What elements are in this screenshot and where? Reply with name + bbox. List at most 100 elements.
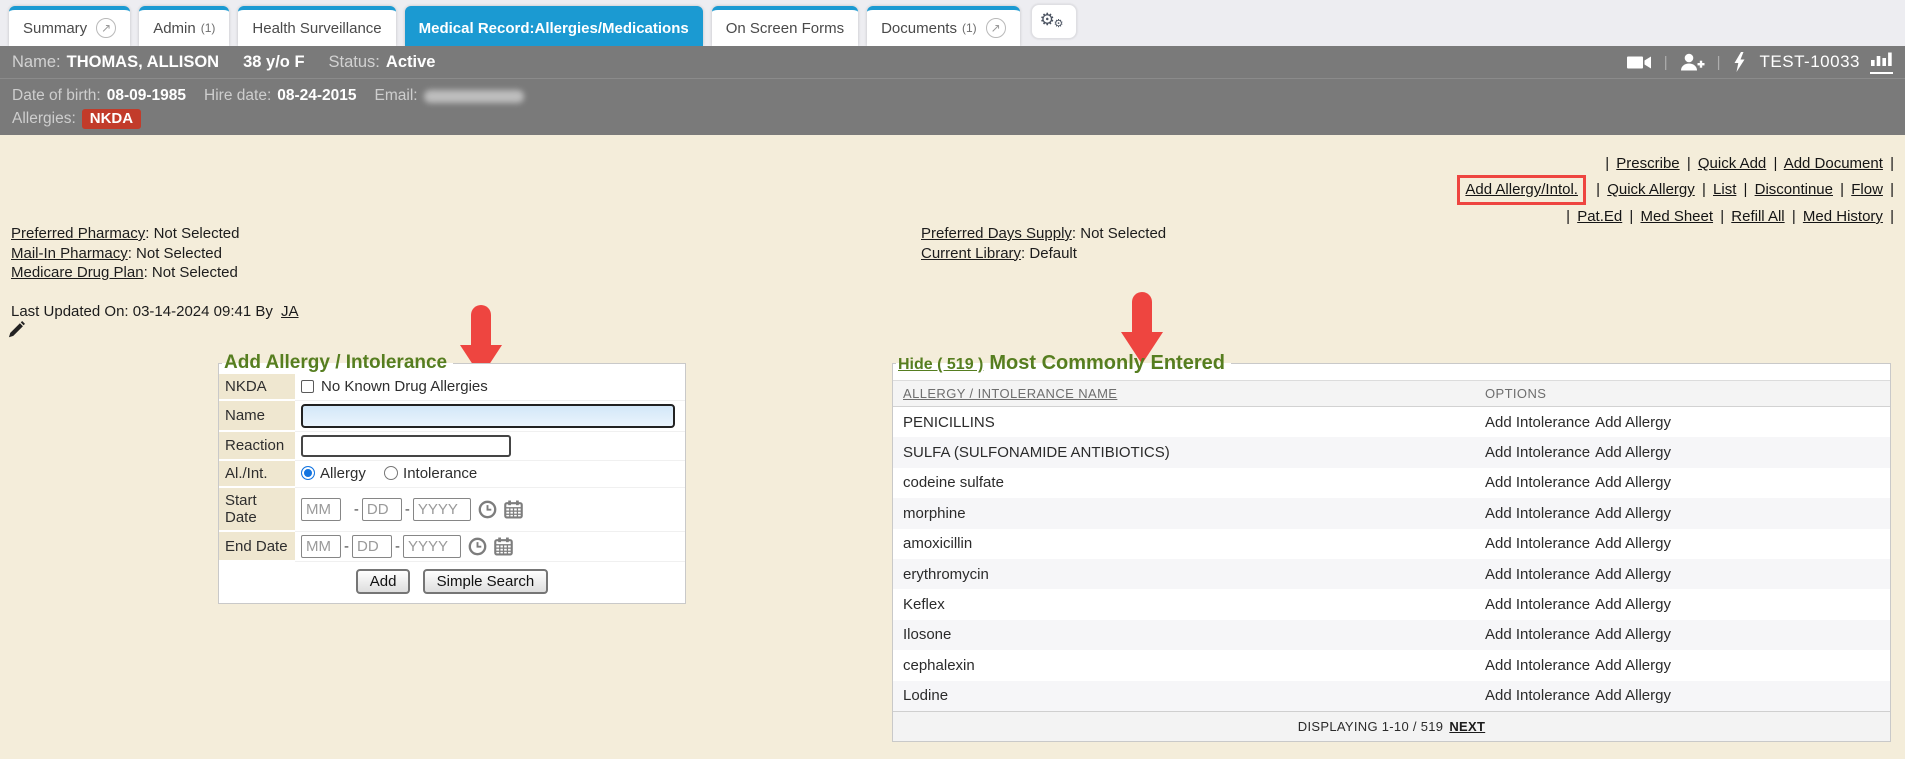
patient-name: THOMAS, ALLISON bbox=[67, 53, 219, 72]
med-sheet-link[interactable]: Med Sheet bbox=[1640, 208, 1713, 225]
tab-on-screen-forms[interactable]: On Screen Forms bbox=[712, 6, 858, 46]
demographics-line: Date of birth: 08-09-1985 Hire date: 08-… bbox=[12, 84, 1893, 107]
column-header-allergy-name[interactable]: ALLERGY / INTOLERANCE NAME bbox=[903, 386, 1117, 401]
popout-icon[interactable]: ↗ bbox=[96, 18, 116, 38]
add-allergy-link[interactable]: Add Allergy bbox=[1595, 444, 1671, 461]
start-month-input[interactable] bbox=[301, 498, 341, 521]
intolerance-radio[interactable] bbox=[384, 466, 398, 480]
flow-link[interactable]: Flow bbox=[1851, 181, 1883, 198]
add-allergy-link[interactable]: Add Allergy bbox=[1595, 687, 1671, 704]
allergy-name-input[interactable] bbox=[301, 404, 675, 428]
reaction-input[interactable] bbox=[301, 435, 511, 457]
updated-by-link[interactable]: JA bbox=[281, 303, 299, 320]
add-allergy-link[interactable]: Add Allergy bbox=[1595, 414, 1671, 431]
add-intolerance-link[interactable]: Add Intolerance bbox=[1485, 505, 1590, 522]
chart-icon[interactable] bbox=[1870, 51, 1893, 74]
list-link[interactable]: List bbox=[1713, 181, 1736, 198]
preferred-pharmacy-link[interactable]: Preferred Pharmacy bbox=[11, 225, 145, 242]
separator: | bbox=[1792, 208, 1796, 225]
add-intolerance-link[interactable]: Add Intolerance bbox=[1485, 474, 1590, 491]
start-day-input[interactable] bbox=[362, 498, 402, 521]
add-allergy-link[interactable]: Add Allergy bbox=[1595, 474, 1671, 491]
dob-label: Date of birth: bbox=[12, 87, 101, 105]
add-document-link[interactable]: Add Document bbox=[1784, 155, 1883, 172]
separator: | bbox=[1629, 208, 1633, 225]
calendar-icon[interactable] bbox=[494, 537, 513, 556]
clock-icon[interactable] bbox=[478, 500, 497, 519]
add-intolerance-link[interactable]: Add Intolerance bbox=[1485, 414, 1590, 431]
discontinue-link[interactable]: Discontinue bbox=[1755, 181, 1833, 198]
add-allergy-link[interactable]: Add Allergy bbox=[1595, 566, 1671, 583]
add-allergy-link[interactable]: Add Allergy bbox=[1595, 596, 1671, 613]
info-value: Default bbox=[1029, 245, 1077, 262]
add-intolerance-link[interactable]: Add Intolerance bbox=[1485, 566, 1590, 583]
add-button[interactable]: Add bbox=[356, 569, 411, 594]
calendar-icon[interactable] bbox=[504, 500, 523, 519]
tab-label: Medical Record:Allergies/Medications bbox=[419, 20, 689, 37]
action-links-row2: Add Allergy/Intol. | Quick Allergy | Lis… bbox=[1457, 175, 1897, 205]
add-allergy-intol-link[interactable]: Add Allergy/Intol. bbox=[1465, 181, 1578, 198]
end-date-label: End Date bbox=[219, 531, 295, 561]
add-allergy-link[interactable]: Add Allergy bbox=[1595, 505, 1671, 522]
add-allergy-link[interactable]: Add Allergy bbox=[1595, 657, 1671, 674]
allergy-radio[interactable] bbox=[301, 466, 315, 480]
table-row: codeine sulfate Add IntoleranceAdd Aller… bbox=[893, 468, 1890, 498]
quick-add-link[interactable]: Quick Add bbox=[1698, 155, 1766, 172]
add-intolerance-link[interactable]: Add Intolerance bbox=[1485, 626, 1590, 643]
prescribe-link[interactable]: Prescribe bbox=[1616, 155, 1679, 172]
tab-admin[interactable]: Admin (1) bbox=[139, 6, 229, 46]
redacted-email bbox=[424, 90, 524, 103]
add-intolerance-link[interactable]: Add Intolerance bbox=[1485, 596, 1590, 613]
refill-all-link[interactable]: Refill All bbox=[1731, 208, 1784, 225]
table-footer: DISPLAYING 1-10 / 519 NEXT bbox=[893, 711, 1890, 741]
add-intolerance-link[interactable]: Add Intolerance bbox=[1485, 657, 1590, 674]
add-person-icon[interactable] bbox=[1680, 53, 1705, 71]
separator: | bbox=[1773, 155, 1777, 172]
next-page-link[interactable]: NEXT bbox=[1449, 719, 1485, 734]
separator: | bbox=[1720, 208, 1724, 225]
end-day-input[interactable] bbox=[352, 535, 392, 558]
table-header-row: ALLERGY / INTOLERANCE NAME OPTIONS bbox=[893, 380, 1890, 407]
reaction-label: Reaction bbox=[219, 431, 295, 460]
allergies-label: Allergies: bbox=[12, 110, 76, 128]
lightning-bolt-icon[interactable] bbox=[1733, 52, 1746, 72]
add-intolerance-link[interactable]: Add Intolerance bbox=[1485, 444, 1590, 461]
popout-icon[interactable]: ↗ bbox=[986, 18, 1006, 38]
clock-icon[interactable] bbox=[468, 537, 487, 556]
allergy-intolerance-row: Al./Int. Allergy Intolerance bbox=[219, 460, 685, 487]
start-year-input[interactable] bbox=[413, 498, 471, 521]
video-camera-icon[interactable] bbox=[1627, 54, 1652, 71]
quick-allergy-link[interactable]: Quick Allergy bbox=[1607, 181, 1695, 198]
add-allergy-link[interactable]: Add Allergy bbox=[1595, 535, 1671, 552]
tab-health-surveillance[interactable]: Health Surveillance bbox=[238, 6, 395, 46]
medicare-drug-plan-link[interactable]: Medicare Drug Plan bbox=[11, 264, 144, 281]
end-year-input[interactable] bbox=[403, 535, 461, 558]
edit-pencil-icon[interactable] bbox=[8, 321, 25, 343]
dob-value: 08-09-1985 bbox=[107, 87, 186, 105]
main-content: | Prescribe | Quick Add | Add Document |… bbox=[0, 135, 1905, 759]
hide-count-link[interactable]: Hide ( 519 ) bbox=[898, 356, 983, 373]
separator: | bbox=[1605, 155, 1609, 172]
add-allergy-link[interactable]: Add Allergy bbox=[1595, 626, 1671, 643]
add-intolerance-link[interactable]: Add Intolerance bbox=[1485, 535, 1590, 552]
med-history-link[interactable]: Med History bbox=[1803, 208, 1883, 225]
current-library-link[interactable]: Current Library bbox=[921, 245, 1021, 262]
end-month-input[interactable] bbox=[301, 535, 341, 558]
preferred-days-supply-link[interactable]: Preferred Days Supply bbox=[921, 225, 1072, 242]
tab-summary[interactable]: Summary ↗ bbox=[9, 6, 130, 46]
add-intolerance-link[interactable]: Add Intolerance bbox=[1485, 687, 1590, 704]
simple-search-button[interactable]: Simple Search bbox=[423, 569, 549, 594]
start-date-row: Start Date |- - bbox=[219, 487, 685, 531]
mail-in-pharmacy-link[interactable]: Mail-In Pharmacy bbox=[11, 245, 128, 262]
al-int-label: Al./Int. bbox=[219, 460, 295, 487]
add-allergy-form: Add Allergy / Intolerance NKDA No Known … bbox=[218, 352, 686, 604]
nkda-checkbox[interactable] bbox=[301, 380, 314, 393]
settings-gear-button[interactable]: ⚙ ⚙ bbox=[1031, 4, 1077, 39]
tab-medical-record-allergies-medications[interactable]: Medical Record:Allergies/Medications bbox=[405, 6, 703, 46]
annotation-highlight-box: Add Allergy/Intol. bbox=[1457, 175, 1586, 205]
separator: | bbox=[1702, 181, 1706, 198]
colon: : bbox=[1021, 245, 1025, 262]
tab-count: (1) bbox=[201, 21, 216, 35]
pat-ed-link[interactable]: Pat.Ed bbox=[1577, 208, 1622, 225]
tab-documents[interactable]: Documents (1) ↗ bbox=[867, 6, 1020, 46]
